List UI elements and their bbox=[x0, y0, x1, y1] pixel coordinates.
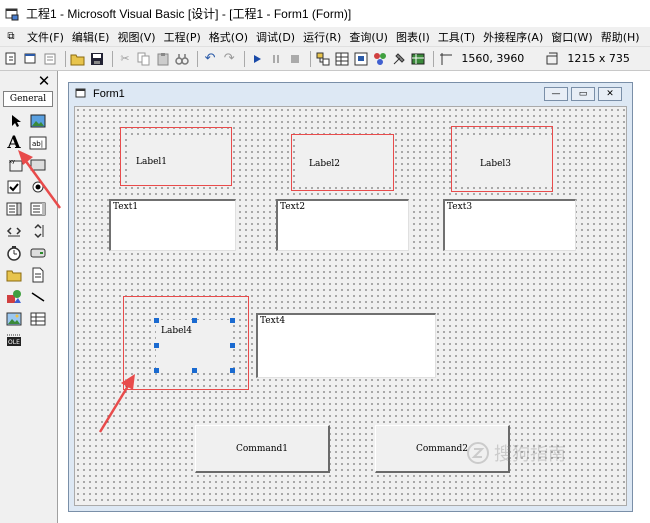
menu-run[interactable]: 运行(R) bbox=[299, 29, 345, 45]
project-explorer-icon[interactable] bbox=[315, 50, 331, 68]
listbox-tool-icon[interactable] bbox=[28, 199, 48, 219]
hscrollbar-tool-icon[interactable] bbox=[4, 221, 24, 241]
annotation-box-label2 bbox=[291, 134, 394, 191]
drivelistbox-tool-icon[interactable] bbox=[28, 243, 48, 263]
menu-tools[interactable]: 工具(T) bbox=[434, 29, 479, 45]
picturebox-tool-icon[interactable] bbox=[28, 111, 48, 131]
save-icon[interactable] bbox=[89, 50, 105, 68]
title-bar: 工程1 - Microsoft Visual Basic [设计] - [工程1… bbox=[0, 0, 650, 27]
command1-button[interactable]: Command1 bbox=[195, 425, 330, 473]
toolbar-separator bbox=[310, 50, 312, 67]
add-project-icon[interactable] bbox=[4, 50, 20, 68]
data-tool-icon[interactable] bbox=[28, 309, 48, 329]
watermark: 搜狗指南 bbox=[466, 440, 566, 466]
copy-icon[interactable] bbox=[136, 50, 152, 68]
vscrollbar-tool-icon[interactable] bbox=[28, 221, 48, 241]
position-readout: 1560, 3960 bbox=[461, 52, 525, 65]
form-icon bbox=[75, 87, 87, 102]
size-readout: 1215 x 735 bbox=[567, 52, 630, 65]
add-form-icon[interactable] bbox=[23, 50, 39, 68]
redo-icon[interactable]: ↷ bbox=[221, 50, 237, 68]
toolbar-separator bbox=[112, 50, 114, 67]
watermark-logo-icon bbox=[467, 442, 489, 464]
watermark-text: 搜狗指南 bbox=[494, 444, 566, 465]
paste-icon[interactable] bbox=[155, 50, 171, 68]
menu-format[interactable]: 格式(O) bbox=[205, 29, 252, 45]
menu-edit[interactable]: 编辑(E) bbox=[68, 29, 114, 45]
open-icon[interactable] bbox=[70, 50, 86, 68]
menu-file[interactable]: 文件(F) bbox=[23, 29, 68, 45]
toolbar-separator bbox=[244, 50, 246, 67]
text3-textbox[interactable]: Text3 bbox=[443, 199, 576, 251]
menu-debug[interactable]: 调试(D) bbox=[252, 29, 299, 45]
standard-toolbar: ✂ ↶ ↷ 1560, 3960 1215 x 735 bbox=[0, 47, 650, 71]
svg-text:ab|: ab| bbox=[32, 140, 43, 148]
stop-icon[interactable] bbox=[287, 50, 303, 68]
label-tool-icon[interactable]: A bbox=[4, 133, 24, 153]
text4-textbox[interactable]: Text4 bbox=[256, 313, 436, 378]
vb-app-icon bbox=[5, 8, 19, 20]
timer-tool-icon[interactable] bbox=[4, 243, 24, 263]
object-browser-icon[interactable] bbox=[372, 50, 388, 68]
commandbutton-tool-icon[interactable] bbox=[28, 155, 48, 175]
optionbutton-tool-icon[interactable] bbox=[28, 177, 48, 197]
filelistbox-tool-icon[interactable] bbox=[28, 265, 48, 285]
size-icon bbox=[544, 50, 560, 68]
menu-diagram[interactable]: 图表(I) bbox=[392, 29, 434, 45]
menu-view[interactable]: 视图(V) bbox=[113, 29, 159, 45]
menu-project[interactable]: 工程(P) bbox=[160, 29, 205, 45]
textbox-tool-icon[interactable]: ab| bbox=[28, 133, 48, 153]
cut-icon[interactable]: ✂ bbox=[117, 50, 133, 68]
annotation-box-label1 bbox=[120, 127, 232, 186]
frame-tool-icon[interactable]: xy bbox=[6, 155, 26, 175]
maximize-button[interactable]: ▭ bbox=[571, 87, 595, 101]
text1-textbox[interactable]: Text1 bbox=[109, 199, 236, 251]
window-title: 工程1 - Microsoft Visual Basic [设计] - [工程1… bbox=[26, 7, 352, 21]
toolbar-separator bbox=[197, 50, 199, 67]
image-tool-icon[interactable] bbox=[4, 309, 24, 329]
line-tool-icon[interactable] bbox=[28, 287, 48, 307]
close-icon[interactable]: ✕ bbox=[36, 73, 52, 89]
menu-window[interactable]: 窗口(W) bbox=[547, 29, 596, 45]
menu-editor-icon[interactable] bbox=[42, 50, 58, 68]
pause-icon[interactable] bbox=[268, 50, 284, 68]
text2-textbox[interactable]: Text2 bbox=[276, 199, 409, 251]
undo-icon[interactable]: ↶ bbox=[202, 50, 218, 68]
form-menu-icon[interactable]: ⧉ bbox=[2, 28, 20, 46]
toolbox-general-tab[interactable]: General bbox=[3, 91, 53, 107]
pointer-tool-icon[interactable] bbox=[6, 111, 26, 131]
minimize-button[interactable]: — bbox=[544, 87, 568, 101]
ole-tool-icon[interactable]: OLE bbox=[4, 331, 24, 351]
start-icon[interactable] bbox=[249, 50, 265, 68]
svg-text:OLE: OLE bbox=[8, 339, 20, 346]
checkbox-tool-icon[interactable] bbox=[4, 177, 24, 197]
toolbar-separator bbox=[433, 50, 435, 67]
shape-tool-icon[interactable] bbox=[4, 287, 24, 307]
annotation-box-label3 bbox=[451, 126, 553, 192]
menu-addins[interactable]: 外接程序(A) bbox=[479, 29, 547, 45]
menu-bar: ⧉ 文件(F) 编辑(E) 视图(V) 工程(P) 格式(O) 调试(D) 运行… bbox=[0, 27, 650, 47]
find-icon[interactable] bbox=[174, 50, 190, 68]
toolbar-separator bbox=[65, 50, 67, 67]
annotation-box-label4 bbox=[123, 296, 249, 390]
form-title: Form1 bbox=[93, 88, 125, 100]
toolbox-panel: ✕ General A ab| xy OLE bbox=[0, 71, 58, 523]
toolbox-icon[interactable] bbox=[391, 50, 407, 68]
properties-window-icon[interactable] bbox=[334, 50, 350, 68]
position-icon bbox=[438, 50, 454, 68]
data-view-icon[interactable] bbox=[410, 50, 426, 68]
menu-query[interactable]: 查询(U) bbox=[345, 29, 392, 45]
combobox-tool-icon[interactable] bbox=[4, 199, 24, 219]
svg-text:xy: xy bbox=[9, 159, 15, 165]
menu-help[interactable]: 帮助(H) bbox=[597, 29, 644, 45]
dirlistbox-tool-icon[interactable] bbox=[4, 265, 24, 285]
close-button[interactable]: ✕ bbox=[598, 87, 622, 101]
form-layout-icon[interactable] bbox=[353, 50, 369, 68]
